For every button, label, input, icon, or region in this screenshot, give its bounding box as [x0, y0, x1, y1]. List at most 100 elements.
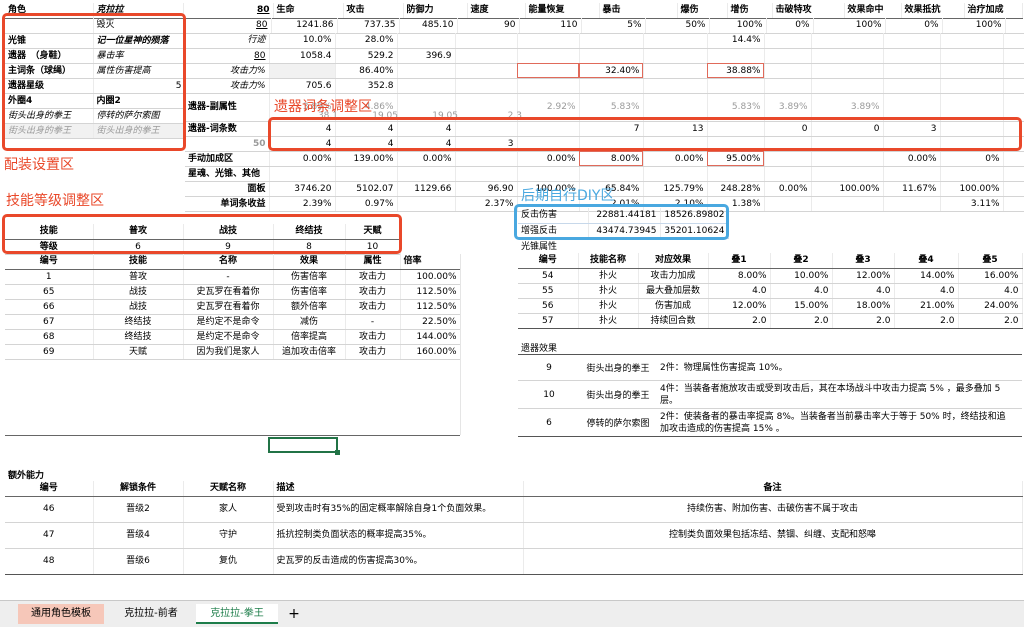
cell: 2.0 [770, 313, 833, 329]
cell: 112.50% [400, 284, 461, 300]
sl-h2: 战技 [183, 224, 274, 240]
diy-r0-v0: 22881.44181 [588, 208, 661, 224]
r7-v1[interactable]: 4 [335, 121, 398, 137]
diy-zone-label: 后期自行DIY区 [521, 188, 615, 204]
relic-star-value[interactable]: 5 [93, 78, 186, 94]
sk-h2: 名称 [183, 254, 274, 270]
config-zone-label: 配装设置区 [4, 157, 74, 173]
cell: 晋级2 [93, 496, 184, 523]
inner-set-2[interactable]: 街头出身的拳王 [93, 123, 186, 139]
fill-handle[interactable] [335, 450, 340, 455]
cell: 终结技 [93, 329, 184, 345]
r10-label: 星魂、光锥、其他 [185, 166, 270, 182]
r1-energy: 110 [519, 18, 582, 34]
r9-v7[interactable]: 0.00% [883, 151, 941, 167]
cell: 47 [5, 522, 94, 549]
r8-v4[interactable]: 3 [455, 136, 518, 152]
cell: 晋级6 [93, 548, 184, 575]
r2-v0: 10.0% [269, 33, 336, 49]
tab-clara-boxer[interactable]: 克拉拉-拳王 [196, 604, 278, 624]
sl-v1[interactable]: 9 [183, 239, 274, 255]
r1-spd: 90 [457, 18, 520, 34]
cell: 14.00% [894, 268, 959, 284]
cell: 16.00% [958, 268, 1023, 284]
cell: 57 [518, 313, 579, 329]
r9-v3[interactable]: 0.00% [517, 151, 580, 167]
r7-v0[interactable]: 4 [269, 121, 336, 137]
relic-id: 6 [546, 417, 552, 428]
inner-set[interactable]: 停转的萨尔索图 [93, 108, 186, 124]
spreadsheet[interactable]: 角色 克拉拉 80 生命 攻击 防御力 速度 能量恢复 暴击 爆伤 增伤 击破特… [0, 0, 1024, 600]
r7-v4[interactable]: 13 [643, 121, 708, 137]
extra-title: 额外能力 [8, 471, 45, 481]
diy-table: 反击伤害 22881.44181 18526.89802 增强反击 43474.739… [518, 208, 729, 239]
r8-v3[interactable]: 4 [397, 136, 456, 152]
cell: 抵抗控制类负面状态的概率提高35%。 [273, 522, 524, 549]
selected-cell[interactable] [268, 437, 338, 453]
outer-label: 外圈4 [5, 93, 94, 109]
sl-v0[interactable]: 6 [93, 239, 184, 255]
sheet-tab-bar: 通用角色模板 克拉拉-前者 克拉拉-拳王 + [0, 600, 1024, 627]
r6-v2: 2.92% [517, 93, 580, 122]
r6-sub3: 2.3 [507, 111, 522, 121]
add-sheet-icon[interactable]: + [284, 604, 304, 624]
role-path[interactable]: 毁灭 [93, 18, 186, 34]
r9-v5[interactable]: 0.00% [643, 151, 708, 167]
relic-desc-line: 层。 [660, 395, 679, 406]
cell: 攻击力 [345, 299, 401, 315]
lc-name[interactable]: 记一位星神的殒落 [93, 33, 186, 49]
cell: 56 [518, 298, 579, 314]
cell: 65 [5, 284, 94, 300]
relic-main-1[interactable]: 暴击率 [93, 48, 186, 64]
cell: 15.00% [770, 298, 833, 314]
r9-v6[interactable]: 95.00% [707, 151, 765, 167]
r7-v6[interactable]: 0 [811, 121, 884, 137]
cell: 是约定不是命令 [183, 314, 274, 330]
r5-v0: 705.6 [269, 78, 336, 94]
cell: 战技 [93, 284, 184, 300]
outer-set-2[interactable]: 街头出身的拳王 [5, 123, 94, 139]
cell: 最大叠加层数 [638, 283, 709, 299]
cell: 10.00% [770, 268, 833, 284]
ex-h1: 解锁条件 [93, 481, 184, 497]
ex-h0: 编号 [5, 481, 94, 497]
tab-clara-1[interactable]: 克拉拉-前者 [108, 604, 194, 624]
r9-v1[interactable]: 139.00% [335, 151, 398, 167]
r7-v7[interactable]: 3 [883, 121, 941, 137]
tab-generic-template[interactable]: 通用角色模板 [18, 604, 104, 624]
skill-zone-label: 技能等级调整区 [6, 193, 104, 209]
outer-set[interactable]: 街头出身的拳王 [5, 108, 94, 124]
relic-desc-line: 加攻击造成的伤害提高 15% 。 [660, 423, 785, 434]
cell: 8.00% [708, 268, 771, 284]
r9-v0[interactable]: 0.00% [269, 151, 336, 167]
sl-v2[interactable]: 8 [273, 239, 346, 255]
r9-v8[interactable]: 0% [940, 151, 1004, 167]
lc-h1: 技能名称 [578, 253, 639, 269]
cell: 2.0 [832, 313, 895, 329]
cell: 史瓦罗的反击造成的伤害提高30%。 [273, 548, 524, 575]
r9-v4[interactable]: 8.00% [579, 151, 644, 167]
sl-h3: 终结技 [273, 224, 346, 240]
relic-effect-title: 遗器效果 [521, 344, 558, 354]
skills-table: 编号 技能 名称 效果 属性 倍率 1 普攻 - 伤害倍率 攻击力 100.00% 65 战技 史瓦罗在… [5, 254, 461, 360]
relic-main-2[interactable]: 属性伤害提高 [93, 63, 186, 79]
cell: 额外倍率 [273, 299, 346, 315]
cell: 伤害倍率 [273, 269, 346, 285]
r7-v2[interactable]: 4 [397, 121, 456, 137]
cell: 24.00% [958, 298, 1023, 314]
r8-v2[interactable]: 4 [335, 136, 398, 152]
lc-h3: 叠1 [708, 253, 771, 269]
config-table: 毁灭 光锥 记一位星神的殒落 遗器 （身鞋） 暴击率 主词条（球绳） 属性伤害提高 遗… [5, 18, 186, 139]
r7-v5[interactable]: 0 [764, 121, 812, 137]
r9-v2[interactable]: 0.00% [397, 151, 456, 167]
r7-v3[interactable]: 7 [579, 121, 644, 137]
grid-line [460, 254, 461, 435]
cell: 69 [5, 344, 94, 360]
r8-v1[interactable]: 4 [269, 136, 336, 152]
sl-v3[interactable]: 10 [345, 239, 401, 255]
r4-v1: 32.40% [579, 63, 644, 79]
cell: 天赋 [93, 344, 184, 360]
relic-id: 10 [543, 389, 555, 400]
cell: 4.0 [958, 283, 1023, 299]
r1-crit: 5% [581, 18, 646, 34]
